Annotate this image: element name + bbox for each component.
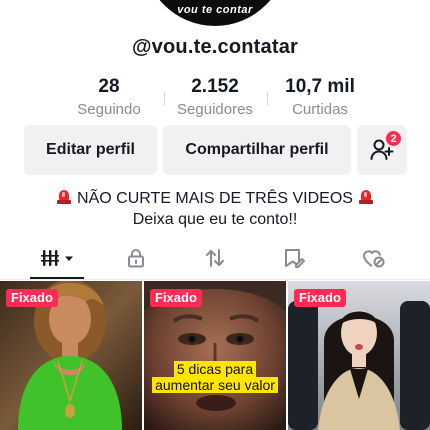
profile-tabs: [0, 236, 430, 280]
pinned-badge: Fixado: [150, 289, 202, 307]
pinned-badge: Fixado: [294, 289, 346, 307]
video-grid: Fixado Fixado 5 dicas para aumentar seu …: [0, 281, 430, 430]
friend-request-badge: 2: [385, 130, 402, 147]
avatar-text: vou te contar: [177, 4, 253, 16]
following-count: 28: [98, 76, 120, 97]
chevron-down-icon: [65, 256, 73, 261]
stat-following[interactable]: 28 Seguindo: [54, 76, 164, 121]
police-light-icon: [56, 189, 71, 205]
share-profile-button[interactable]: Compartilhar perfil: [163, 125, 351, 175]
stat-followers[interactable]: 2.152 Seguidores: [160, 76, 270, 121]
active-tab-indicator: [30, 277, 84, 279]
profile-stats: 28 Seguindo 2.152 Seguidores 10,7 mil Cu…: [0, 76, 430, 120]
tab-reposts[interactable]: [180, 236, 250, 280]
tab-saved[interactable]: [259, 236, 329, 280]
add-friends-button[interactable]: 2: [357, 125, 407, 175]
video-caption: 5 dicas para aumentar seu valor: [150, 361, 280, 393]
profile-username: @vou.te.contatar: [131, 36, 299, 58]
profile-bio: NÃO CURTE MAIS DE TRÊS VIDEOS Deixa que …: [0, 188, 430, 230]
video-thumbnail[interactable]: Fixado: [0, 281, 142, 430]
tab-private[interactable]: [101, 236, 171, 280]
grid-icon: [41, 250, 73, 266]
followers-label: Seguidores: [177, 101, 253, 118]
repost-icon: [206, 249, 224, 267]
likes-label: Curtidas: [292, 101, 348, 118]
pinned-badge: Fixado: [6, 289, 58, 307]
stat-likes[interactable]: 10,7 mil Curtidas: [265, 76, 375, 121]
police-light-icon: [359, 189, 374, 205]
bio-headline: NÃO CURTE MAIS DE TRÊS VIDEOS: [77, 190, 353, 207]
tab-liked[interactable]: [338, 236, 408, 280]
tab-videos[interactable]: [24, 236, 94, 280]
edit-profile-button[interactable]: Editar perfil: [24, 125, 157, 175]
saved-icon: [285, 249, 305, 268]
followers-count: 2.152: [191, 76, 239, 97]
lock-icon: [128, 249, 144, 268]
following-label: Seguindo: [77, 101, 141, 118]
video-thumbnail[interactable]: Fixado 5 dicas para aumentar seu valor: [144, 281, 286, 430]
bio-line-2: Deixa que eu te conto!!: [132, 211, 298, 228]
video-thumbnail[interactable]: Fixado: [288, 281, 430, 430]
likes-count: 10,7 mil: [285, 76, 355, 97]
liked-icon: [363, 250, 385, 268]
profile-avatar[interactable]: vou te contar: [143, 0, 287, 26]
bio-line-1: NÃO CURTE MAIS DE TRÊS VIDEOS: [0, 188, 430, 209]
